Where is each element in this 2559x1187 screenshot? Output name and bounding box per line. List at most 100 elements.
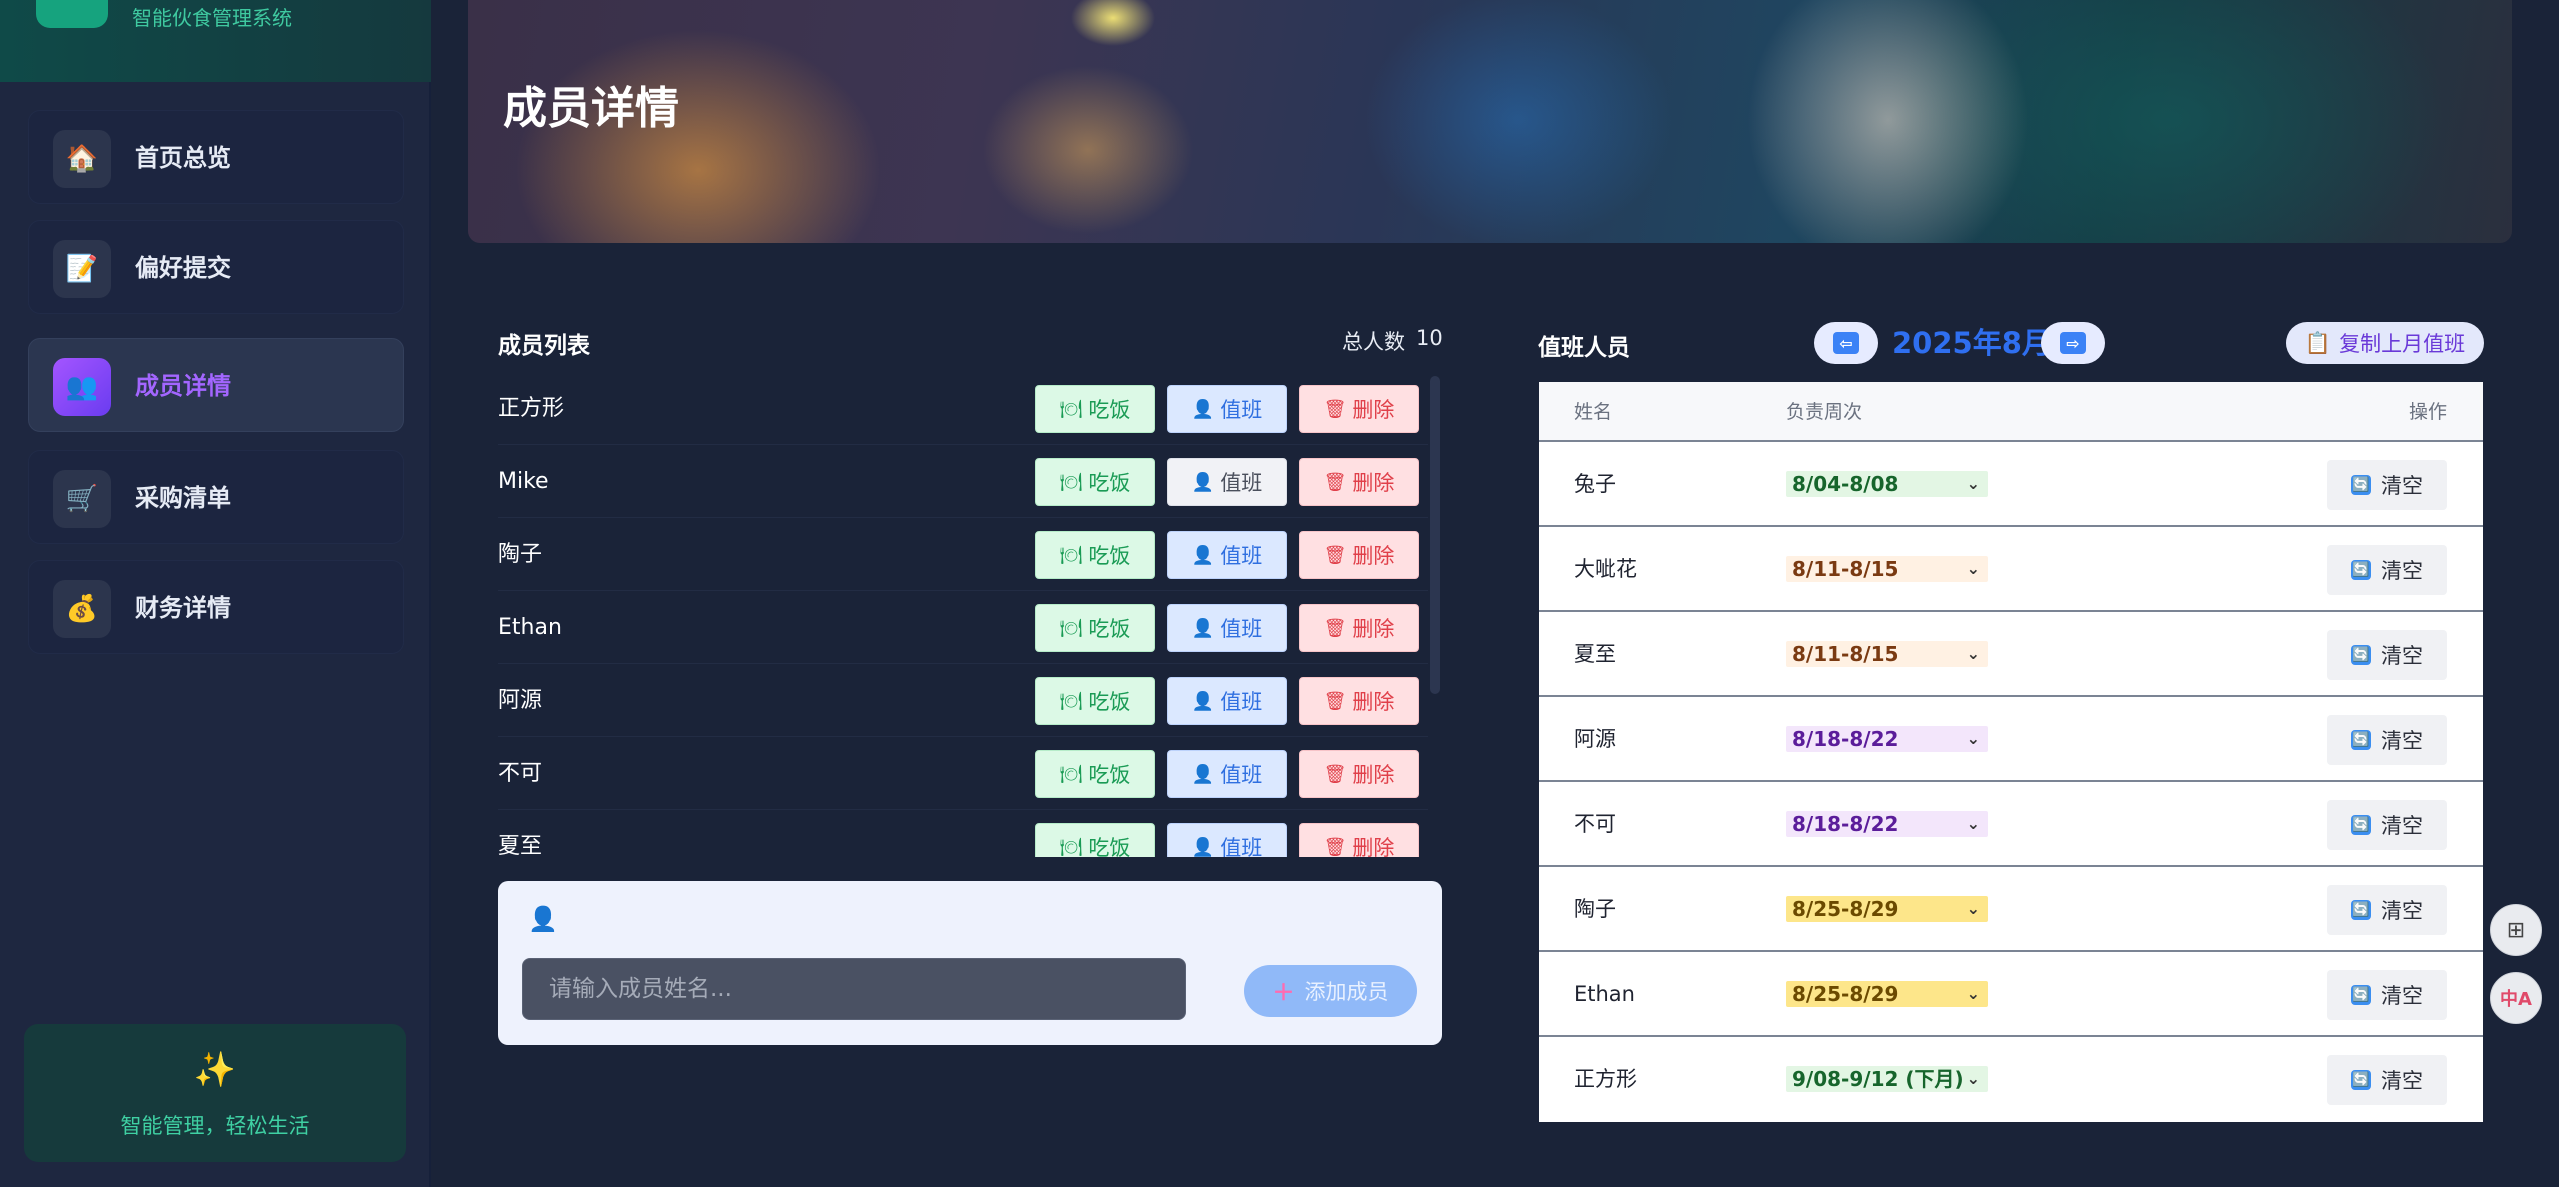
- clear-button[interactable]: 🔄 清空: [2327, 885, 2447, 935]
- eat-button[interactable]: 🍽 吃饭: [1035, 385, 1155, 433]
- eat-button[interactable]: 🍽 吃饭: [1035, 458, 1155, 506]
- person-icon: 👤: [1191, 836, 1215, 858]
- clear-button[interactable]: 🔄 清空: [2327, 800, 2447, 850]
- clear-button[interactable]: 🔄 清空: [2327, 715, 2447, 765]
- chevron-down-icon: ⌄: [1966, 559, 1980, 578]
- duty-member-name: 陶子: [1574, 897, 1616, 921]
- eat-button-label: 吃饭: [1088, 544, 1131, 568]
- week-select[interactable]: 8/11-8/15 ⌄: [1786, 556, 1988, 582]
- clear-label: 清空: [2381, 559, 2423, 583]
- week-select[interactable]: 9/08-9/12 (下月) ⌄: [1786, 1066, 1988, 1092]
- member-name: 不可: [498, 761, 543, 786]
- sidebar-item-3[interactable]: 🛒 采购清单: [28, 450, 404, 544]
- member-name: 陶子: [498, 542, 543, 567]
- money-bag-icon: 💰: [53, 580, 111, 638]
- sidebar-item-4[interactable]: 💰 财务详情: [28, 560, 404, 654]
- refresh-icon: 🔄: [2351, 730, 2371, 750]
- week-select[interactable]: 8/04-8/08 ⌄: [1786, 471, 1988, 497]
- week-select-value: 9/08-9/12 (下月): [1792, 1067, 1964, 1091]
- delete-button[interactable]: 🗑 删除: [1299, 677, 1419, 725]
- promo-card: ✨ 智能管理，轻松生活: [24, 1024, 406, 1162]
- week-select-value: 8/25-8/29: [1792, 982, 1899, 1006]
- eat-button-label: 吃饭: [1088, 763, 1131, 787]
- sidebar-item-2[interactable]: 👥 成员详情: [28, 338, 404, 432]
- clear-button[interactable]: 🔄 清空: [2327, 1055, 2447, 1105]
- duty-button[interactable]: 👤 值班: [1167, 458, 1287, 506]
- duty-button-label: 值班: [1220, 617, 1263, 641]
- eat-button[interactable]: 🍽 吃饭: [1035, 677, 1155, 725]
- refresh-icon: 🔄: [2351, 900, 2371, 920]
- delete-button[interactable]: 🗑 删除: [1299, 531, 1419, 579]
- delete-button[interactable]: 🗑 删除: [1299, 823, 1419, 857]
- delete-button[interactable]: 🗑 删除: [1299, 750, 1419, 798]
- chevron-down-icon: ⌄: [1966, 729, 1980, 748]
- week-select[interactable]: 8/11-8/15 ⌄: [1786, 641, 1988, 667]
- week-select[interactable]: 8/25-8/29 ⌄: [1786, 981, 1988, 1007]
- trash-icon: 🗑: [1323, 398, 1347, 420]
- sidebar-item-0[interactable]: 🏠 首页总览: [28, 110, 404, 204]
- eat-button[interactable]: 🍽 吃饭: [1035, 604, 1155, 652]
- trash-icon: 🗑: [1323, 690, 1347, 712]
- sidebar-item-label: 采购清单: [135, 484, 231, 512]
- member-list-scrollbar[interactable]: [1430, 376, 1440, 694]
- clear-label: 清空: [2381, 474, 2423, 498]
- copy-last-month-button[interactable]: 📋 复制上月值班: [2286, 322, 2484, 364]
- plate-icon: 🍽: [1059, 544, 1083, 566]
- duty-button[interactable]: 👤 值班: [1167, 385, 1287, 433]
- add-member-card: 👤 ＋ 添加成员: [498, 881, 1442, 1045]
- chevron-down-icon: ⌄: [1966, 1069, 1980, 1088]
- brand-header: 智能伙食管理系统: [0, 0, 431, 82]
- page-banner: [468, 0, 2512, 243]
- week-select[interactable]: 8/18-8/22 ⌄: [1786, 726, 1988, 752]
- sparkle-icon: ✨: [193, 1050, 237, 1090]
- member-list: 正方形 🍽 吃饭 👤 值班 🗑 删除 Mike 🍽 吃饭 👤 值班 🗑 删除 陶子 🍽 吃饭 👤 值班 🗑 删除 Etha…: [498, 372, 1442, 857]
- delete-button[interactable]: 🗑 删除: [1299, 385, 1419, 433]
- person-icon: 👤: [1191, 544, 1215, 566]
- clear-button[interactable]: 🔄 清空: [2327, 545, 2447, 595]
- member-name: 夏至: [498, 834, 543, 857]
- eat-button-label: 吃饭: [1088, 836, 1131, 857]
- week-select[interactable]: 8/25-8/29 ⌄: [1786, 896, 1988, 922]
- duty-button[interactable]: 👤 值班: [1167, 677, 1287, 725]
- sidebar-item-1[interactable]: 📝 偏好提交: [28, 220, 404, 314]
- eat-button[interactable]: 🍽 吃饭: [1035, 531, 1155, 579]
- duty-button[interactable]: 👤 值班: [1167, 604, 1287, 652]
- duty-button[interactable]: 👤 值班: [1167, 823, 1287, 857]
- delete-button[interactable]: 🗑 删除: [1299, 604, 1419, 652]
- duty-row: 不可 8/18-8/22 ⌄ 🔄 清空: [1539, 782, 2483, 867]
- delete-button-label: 删除: [1352, 544, 1395, 568]
- delete-button-label: 删除: [1352, 836, 1395, 857]
- duty-button-label: 值班: [1220, 471, 1263, 495]
- trash-icon: 🗑: [1323, 836, 1347, 858]
- delete-button[interactable]: 🗑 删除: [1299, 458, 1419, 506]
- brand-logo[interactable]: [36, 0, 108, 28]
- eat-button-label: 吃饭: [1088, 398, 1131, 422]
- column-header-name: 姓名: [1574, 401, 1613, 423]
- next-month-button[interactable]: ⇨: [2041, 322, 2105, 364]
- member-name-input[interactable]: [522, 958, 1186, 1020]
- clear-button[interactable]: 🔄 清空: [2327, 630, 2447, 680]
- week-select[interactable]: 8/18-8/22 ⌄: [1786, 811, 1988, 837]
- sidebar-item-label: 首页总览: [135, 144, 231, 172]
- clear-button[interactable]: 🔄 清空: [2327, 970, 2447, 1020]
- duty-button[interactable]: 👤 值班: [1167, 750, 1287, 798]
- eat-button-label: 吃饭: [1088, 690, 1131, 714]
- member-count: 10: [1416, 326, 1443, 350]
- plate-icon: 🍽: [1059, 763, 1083, 785]
- prev-month-button[interactable]: ⇦: [1814, 322, 1878, 364]
- translate-icon[interactable]: 中A: [2490, 972, 2542, 1024]
- eat-button[interactable]: 🍽 吃饭: [1035, 750, 1155, 798]
- eat-button-label: 吃饭: [1088, 617, 1131, 641]
- apps-icon[interactable]: ⊞: [2490, 904, 2542, 956]
- duty-button[interactable]: 👤 值班: [1167, 531, 1287, 579]
- duty-member-name: 正方形: [1574, 1067, 1637, 1091]
- clear-button[interactable]: 🔄 清空: [2327, 460, 2447, 510]
- member-name: Mike: [498, 469, 549, 494]
- plate-icon: 🍽: [1059, 836, 1083, 858]
- delete-button-label: 删除: [1352, 763, 1395, 787]
- trash-icon: 🗑: [1323, 471, 1347, 493]
- eat-button[interactable]: 🍽 吃饭: [1035, 823, 1155, 857]
- cart-icon: 🛒: [53, 470, 111, 528]
- clear-label: 清空: [2381, 814, 2423, 838]
- add-member-button[interactable]: ＋ 添加成员: [1244, 965, 1417, 1017]
